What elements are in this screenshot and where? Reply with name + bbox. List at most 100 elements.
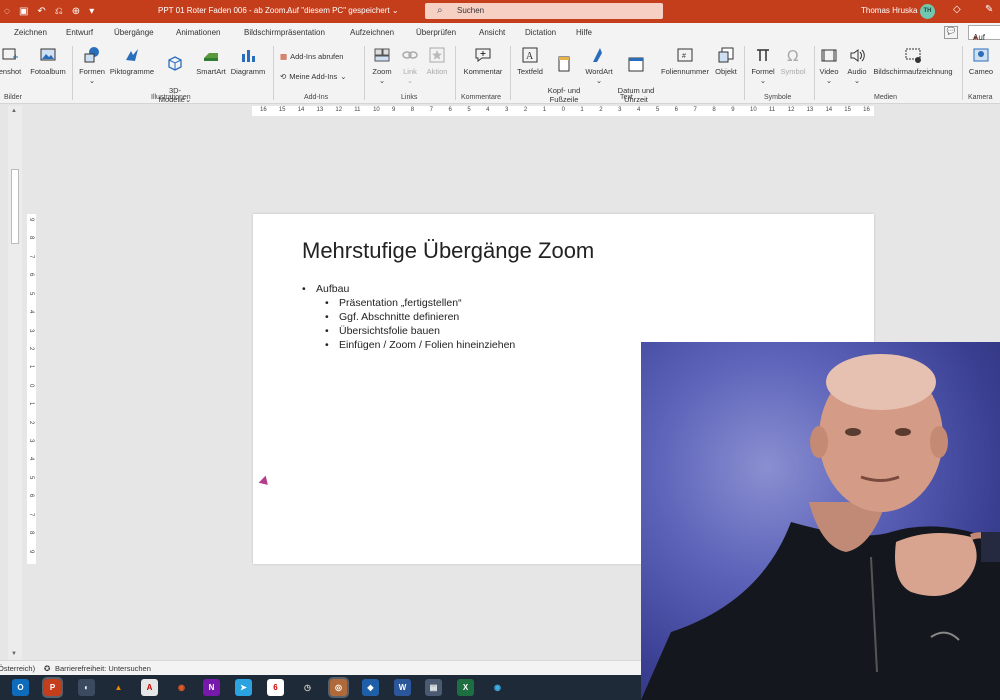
word-icon[interactable]: W (394, 679, 411, 696)
save-location[interactable]: Auf "diesem PC" gespeichert ⌄ (287, 6, 399, 15)
save-location-label: Auf "diesem PC" gespeichert (287, 6, 390, 15)
excel-icon[interactable]: X (457, 679, 474, 696)
scroll-down-icon[interactable]: ▼ (11, 651, 17, 657)
onenote-icon[interactable]: N (203, 679, 220, 696)
from-beginning-icon[interactable]: ⊕ (72, 6, 80, 17)
piktogramme-button[interactable]: Piktogramme (108, 46, 156, 76)
telegram-icon[interactable]: ➤ (235, 679, 252, 696)
tab-ansicht[interactable]: Ansicht (479, 28, 505, 37)
undo-icon[interactable]: ↶ (37, 6, 45, 17)
ruler-tick-label: 7 (28, 254, 34, 259)
link-caret-icon: ⌄ (406, 76, 414, 86)
textfeld-button[interactable]: A Textfeld (514, 46, 546, 76)
foliennummer-label: Foliennummer (661, 67, 709, 76)
scroll-thumb[interactable] (11, 169, 19, 244)
diamond-icon[interactable]: ◇ (953, 4, 961, 15)
group-add-ins: Add-Ins (304, 94, 329, 101)
formel-label: Formel (751, 67, 775, 76)
zoom-button[interactable]: Zoom ⌄ (368, 46, 396, 86)
photo-album-icon (40, 48, 56, 61)
kommentar-button[interactable]: Kommentar (460, 46, 506, 76)
redo-icon[interactable]: ⎌ (55, 6, 63, 17)
autosave-icon[interactable]: ◌ (4, 6, 10, 17)
vlc-icon[interactable]: ▲ (110, 679, 127, 696)
slide-bullet-list[interactable]: • Aufbau • Präsentation „fertigstellen“ • Ggf… (302, 283, 515, 353)
screenshot-button[interactable]: enshot (0, 46, 24, 76)
webcam-video-overlay (641, 342, 1000, 700)
ribbon-separator (72, 46, 73, 100)
comments-button[interactable]: 💬 (944, 26, 958, 39)
formen-button[interactable]: Formen ⌄ (76, 46, 108, 86)
wordart-button[interactable]: WordArt ⌄ (584, 46, 614, 86)
cameo-icon (973, 48, 989, 62)
status-language[interactable]: Österreich) (0, 664, 35, 673)
ruler-tick-label: 14 (297, 107, 305, 113)
powerpoint-icon[interactable]: P (42, 677, 63, 698)
formen-caret-icon: ⌄ (88, 76, 96, 86)
meine-add-ins-button[interactable]: ⟲ Meine Add-Ins ⌄ (280, 72, 347, 81)
status-accessibility[interactable]: Barrierefreiheit: Untersuchen (55, 664, 151, 673)
user-name[interactable]: Thomas Hruska (861, 6, 917, 15)
smartart-button[interactable]: SmartArt (194, 46, 228, 76)
search-box[interactable]: ⌕ Suchen (425, 3, 663, 19)
kopf-und-fusszeile-button[interactable]: Kopf- und Fußzeile (546, 46, 582, 105)
app-icon[interactable]: ◎ (328, 677, 349, 698)
cameo-button[interactable]: Cameo (965, 46, 997, 76)
bullet-item[interactable]: • Ggf. Abschnitte definieren (302, 311, 515, 325)
symbol-button[interactable]: Ω Symbol (778, 46, 808, 76)
app-icon[interactable]: ◷ (299, 679, 316, 696)
formel-button[interactable]: Formel ⌄ (748, 46, 778, 86)
group-symbole: Symbole (764, 94, 792, 101)
tab-ueberpruefen[interactable]: Überprüfen (416, 28, 456, 37)
aktion-button[interactable]: Aktion (424, 46, 450, 76)
objekt-button[interactable]: Objekt (712, 46, 740, 76)
bullet-item[interactable]: • Einfügen / Zoom / Folien hineinziehen (302, 339, 515, 353)
add-ins-abrufen-button[interactable]: ▦ Add-Ins abrufen (280, 52, 343, 61)
tab-zeichnen[interactable]: Zeichnen (14, 28, 47, 37)
ruler-tick-label: 8 (410, 107, 415, 113)
acrobat-icon[interactable]: A (141, 679, 158, 696)
tab-bildschirmpraesentation[interactable]: Bildschirmpräsentation (244, 28, 325, 37)
tab-aufzeichnen[interactable]: Aufzeichnen (350, 28, 394, 37)
bullet-item[interactable]: • Aufbau (302, 283, 515, 297)
bildschirmaufzeichnung-button[interactable]: Bildschirmaufzeichnung (870, 46, 956, 76)
tab-entwurf[interactable]: Entwurf (66, 28, 93, 37)
avatar[interactable]: TH (920, 4, 935, 19)
fotoalbum-button[interactable]: Fotoalbum (28, 46, 68, 76)
tab-animationen[interactable]: Animationen (176, 28, 220, 37)
pen-icon[interactable]: ✎ (985, 4, 993, 15)
store-icon: ▦ (280, 52, 288, 61)
wordart-caret-icon: ⌄ (595, 76, 603, 86)
cameo-label: Cameo (968, 67, 994, 76)
customize-qat-icon[interactable]: ▾ (89, 6, 94, 17)
foliennummer-button[interactable]: # Foliennummer (658, 46, 712, 76)
svg-text:#: # (682, 53, 686, 60)
diagramm-button[interactable]: Diagramm (228, 46, 268, 76)
app-icon[interactable]: ◐ (78, 679, 95, 696)
save-icon[interactable]: ▣ (19, 6, 28, 17)
ribbon-separator (814, 46, 815, 100)
app-icon[interactable]: ▤ (425, 679, 442, 696)
edge-icon[interactable]: ◉ (489, 679, 506, 696)
vertical-scrollbar[interactable]: ▲ ▼ (8, 106, 22, 661)
bullet-item[interactable]: • Übersichtsfolie bauen (302, 325, 515, 339)
audio-button[interactable]: Audio ⌄ (844, 46, 870, 86)
ruler-tick-label: 4 (486, 107, 490, 113)
slide-title[interactable]: Mehrstufige Übergänge Zoom (302, 238, 594, 264)
ruler-tick-label: 5 (467, 107, 471, 113)
app-icon[interactable]: ◉ (173, 679, 190, 696)
link-button[interactable]: Link ⌄ (398, 46, 422, 86)
video-button[interactable]: Video ⌄ (816, 46, 842, 86)
app-icon[interactable]: ◆ (362, 679, 379, 696)
scroll-up-icon[interactable]: ▲ (11, 108, 17, 114)
comment-icon (475, 48, 491, 62)
ruler-tick-label: 7 (28, 512, 34, 517)
bullet-item[interactable]: • Präsentation „fertigstellen“ (302, 297, 515, 311)
tab-dictation[interactable]: Dictation (525, 28, 556, 37)
record-button[interactable]: ● Auf (968, 25, 1000, 42)
tab-hilfe[interactable]: Hilfe (576, 28, 592, 37)
outlook-icon[interactable]: O (12, 679, 29, 696)
app-icon[interactable]: 6 (267, 679, 284, 696)
screenshot-icon (2, 48, 18, 60)
tab-uebergaenge[interactable]: Übergänge (114, 28, 154, 37)
